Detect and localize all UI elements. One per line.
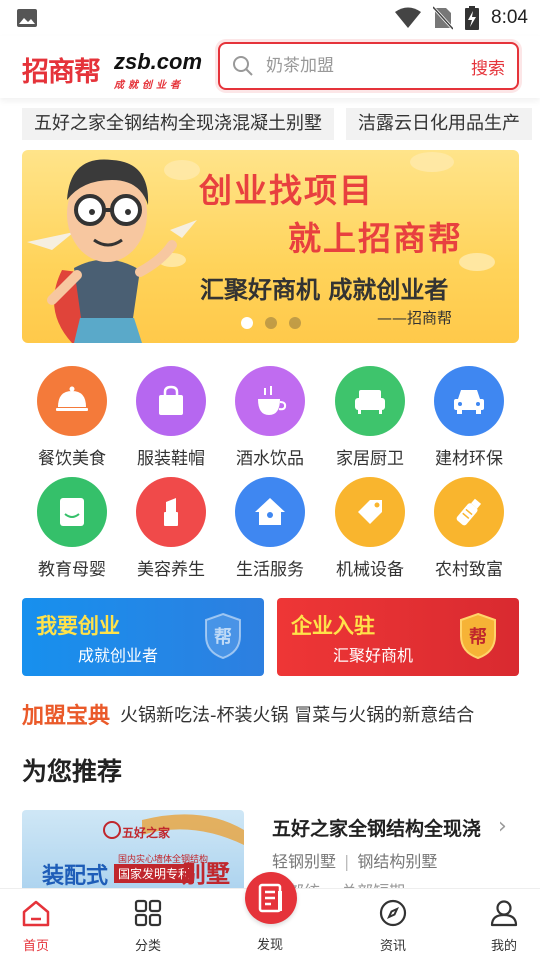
- franchise-tips-row[interactable]: 加盟宝典 火锅新吃法-杯装火锅 冒菜与火锅的新意结合: [22, 698, 519, 730]
- car-icon: [434, 366, 504, 436]
- promo-subtitle: 汇聚好商机: [333, 646, 414, 665]
- category-services[interactable]: 生活服务: [220, 477, 320, 580]
- section-title: 为您推荐: [22, 757, 123, 786]
- search-button[interactable]: 搜索: [471, 54, 505, 79]
- pagination-dot[interactable]: [265, 317, 277, 329]
- ticker-item[interactable]: 洁露云日化用品生产: [346, 108, 532, 140]
- recommend-title: 五好之家全钢结构全现浇: [272, 818, 482, 840]
- battery-charging-icon: [465, 6, 480, 30]
- pagination-dot[interactable]: [289, 317, 301, 329]
- banner-slogan: 汇聚好商机 成就创业者: [200, 276, 449, 304]
- category-drinks[interactable]: 酒水饮品: [220, 366, 320, 469]
- enterprise-join-card[interactable]: 企业入驻 汇聚好商机 帮: [277, 598, 519, 676]
- search-icon: [233, 56, 253, 76]
- category-label: 家居厨卫: [336, 449, 404, 469]
- category-beauty[interactable]: 美容养生: [121, 477, 221, 580]
- tab-news[interactable]: 资讯: [353, 899, 433, 954]
- clock: 8:04: [491, 7, 528, 28]
- search-box[interactable]: 搜索: [218, 42, 519, 90]
- image-notification-icon: [17, 9, 37, 27]
- search-input[interactable]: [266, 53, 466, 79]
- book-icon: [37, 477, 107, 547]
- recommend-thumbnail: 五好之家 国内实心墙体全钢结构 国家发明专利 装配式 别墅: [22, 810, 244, 890]
- category-label: 机械设备: [336, 560, 404, 580]
- food-cover-icon: [37, 366, 107, 436]
- ticker-item[interactable]: 五好之家全钢结构全现浇混凝土别墅: [22, 108, 334, 140]
- promo-subtitle: 成就创业者: [78, 646, 159, 665]
- category-building[interactable]: 建材环保: [419, 366, 519, 469]
- logo-slogan: 成就创业者: [114, 80, 184, 91]
- banner-headline: 创业找项目: [199, 171, 374, 210]
- tab-label: 首页: [22, 939, 49, 954]
- category-label: 教育母婴: [38, 560, 106, 580]
- news-ticker: 五好之家全钢结构全现浇混凝土别墅 洁露云日化用品生产: [22, 108, 540, 140]
- shopping-bag-icon: [136, 366, 206, 436]
- logo: 招商帮 zsb.com 成就创业者: [22, 48, 207, 91]
- tab-label: 我的: [490, 939, 517, 954]
- thumbnail-brand: 五好之家: [122, 826, 171, 840]
- document-icon: [258, 883, 282, 913]
- banner-signature: ——招商帮: [377, 309, 453, 327]
- compass-icon: [379, 899, 407, 927]
- user-icon: [490, 900, 518, 927]
- tab-category[interactable]: 分类: [108, 899, 188, 954]
- logo-domain: zsb.com: [114, 49, 203, 74]
- bottle-icon: [434, 477, 504, 547]
- tag: 轻钢别墅: [272, 852, 337, 871]
- home-icon: [235, 477, 305, 547]
- shield-badge-text: 帮: [469, 626, 487, 648]
- start-business-card[interactable]: 我要创业 成就创业者 帮: [22, 598, 264, 676]
- category-machinery[interactable]: 机械设备: [320, 477, 420, 580]
- tab-home[interactable]: 首页: [0, 899, 76, 954]
- category-label: 酒水饮品: [236, 449, 304, 469]
- shield-badge-text: 帮: [214, 626, 232, 648]
- wifi-icon: [395, 7, 422, 28]
- chevron-right-icon: ›: [498, 814, 507, 839]
- tab-label: 发现: [256, 938, 283, 953]
- category-education[interactable]: 教育母婴: [22, 477, 122, 580]
- pagination-dot-active[interactable]: [241, 317, 253, 329]
- lipstick-icon: [136, 477, 206, 547]
- category-label: 餐饮美食: [38, 449, 106, 469]
- category-label: 农村致富: [435, 560, 503, 580]
- category-rural[interactable]: 农村致富: [419, 477, 519, 580]
- tag: 钢结构别墅: [357, 852, 438, 871]
- promo-banner[interactable]: 创业找项目 就上招商帮 汇聚好商机 成就创业者 ——招商帮: [22, 150, 519, 343]
- thumbnail-text-right: 别墅: [182, 860, 230, 888]
- tag-icon: [335, 477, 405, 547]
- tab-discover[interactable]: [245, 872, 297, 924]
- home-icon: [22, 900, 50, 927]
- category-label: 服装鞋帽: [137, 449, 205, 469]
- category-food[interactable]: 餐饮美食: [22, 366, 122, 469]
- banner-pagination: [241, 317, 301, 329]
- category-label: 生活服务: [236, 560, 304, 580]
- tab-label: 分类: [134, 939, 161, 954]
- shield-icon: 帮: [205, 612, 241, 660]
- promo-title: 我要创业: [36, 614, 120, 638]
- promo-title: 企业入驻: [291, 614, 375, 638]
- sofa-icon: [335, 366, 405, 436]
- banner-headline-2: 就上招商帮: [288, 219, 463, 258]
- tab-profile[interactable]: 我的: [464, 899, 540, 954]
- category-home[interactable]: 家居厨卫: [320, 366, 420, 469]
- thumbnail-text-left: 装配式: [42, 864, 109, 889]
- category-clothing[interactable]: 服装鞋帽: [121, 366, 221, 469]
- app-header: 招商帮 zsb.com 成就创业者 搜索: [0, 36, 540, 98]
- logo-text: 招商帮: [22, 57, 101, 88]
- shield-icon: 帮: [460, 612, 496, 660]
- no-sim-icon: [433, 6, 454, 30]
- category-label: 建材环保: [435, 449, 503, 469]
- coffee-cup-icon: [235, 366, 305, 436]
- recommend-tags: 轻钢别墅 | 钢结构别墅: [272, 852, 438, 871]
- tab-label: 资讯: [379, 939, 406, 954]
- section-tag: 加盟宝典: [22, 704, 111, 729]
- grid-icon: [134, 899, 162, 927]
- category-label: 美容养生: [137, 560, 205, 580]
- headline-text[interactable]: 火锅新吃法-杯装火锅 冒菜与火锅的新意结合: [120, 701, 505, 727]
- status-bar: 8:04: [0, 0, 540, 36]
